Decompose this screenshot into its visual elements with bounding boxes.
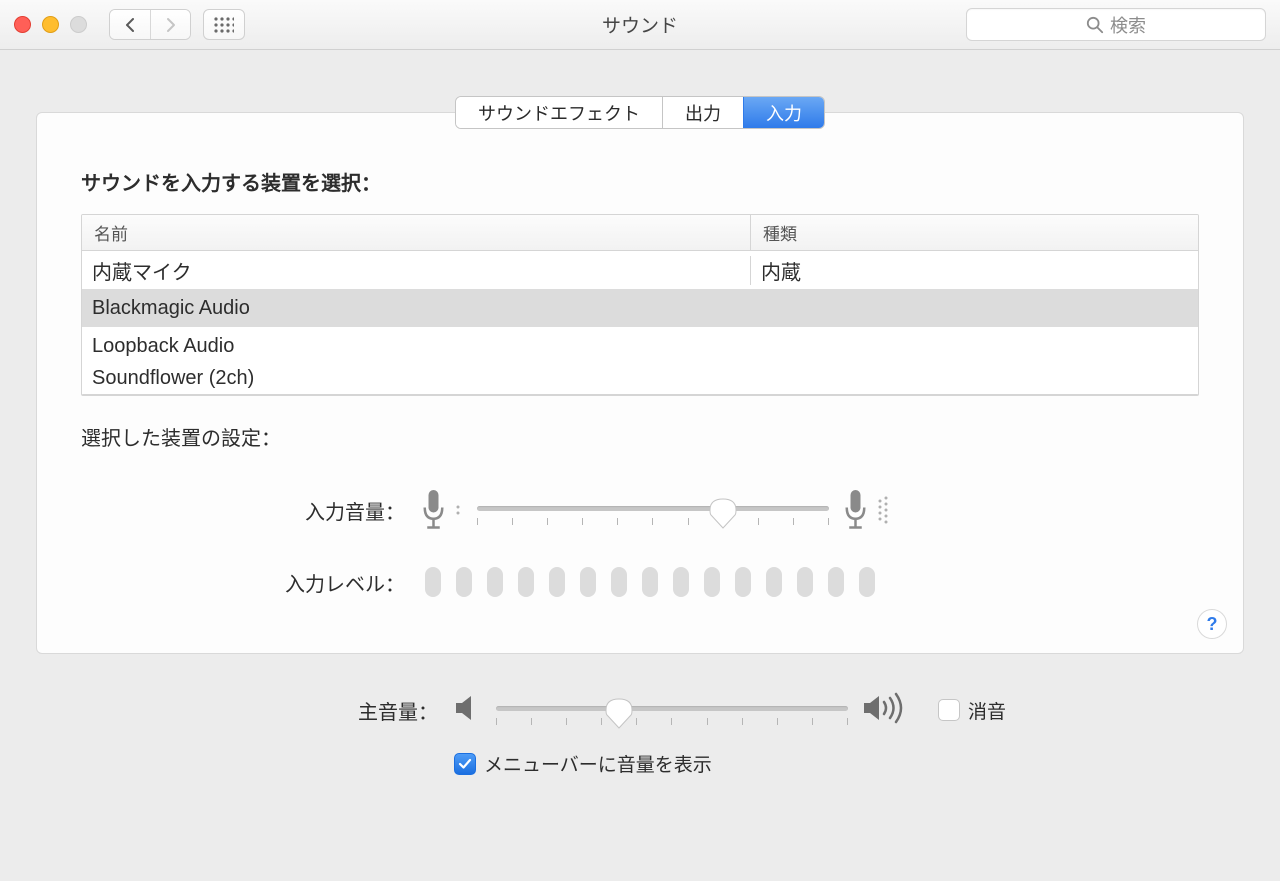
device-name: 内蔵マイク [82, 256, 750, 285]
device-name: Blackmagic Audio [82, 297, 750, 320]
search-placeholder: 検索 [1110, 12, 1146, 38]
device-row[interactable]: 内蔵マイク 内蔵 [82, 251, 1198, 289]
output-volume-slider[interactable] [496, 690, 848, 730]
column-kind-header: 種類 [750, 215, 1198, 250]
input-volume-label: 入力音量： [81, 496, 421, 525]
device-table-header: 名前 種類 [82, 215, 1198, 251]
device-row[interactable]: Blackmagic Audio [82, 289, 1198, 327]
show-volume-in-menubar-checkbox[interactable] [454, 753, 476, 775]
device-kind: 内蔵 [750, 256, 1198, 285]
device-table: 名前 種類 内蔵マイク 内蔵 Blackmagic Audio Loopback… [81, 214, 1199, 396]
slider-thumb-icon [709, 497, 737, 529]
selected-device-settings-label: 選択した装置の設定： [81, 422, 1199, 451]
input-volume-slider[interactable] [477, 490, 829, 530]
minimize-window-button[interactable] [42, 16, 59, 33]
input-level-label: 入力レベル： [81, 568, 421, 597]
output-volume-label: 主音量： [36, 696, 454, 725]
slider-thumb-icon [605, 697, 633, 729]
traffic-lights [14, 16, 87, 33]
show-volume-in-menubar-label: メニューバーに音量を表示 [484, 750, 712, 777]
chevron-left-icon [124, 17, 136, 33]
zoom-window-button [70, 16, 87, 33]
help-button[interactable]: ? [1197, 609, 1227, 639]
microphone-low-icon [421, 487, 463, 533]
grid-icon [214, 17, 234, 33]
forward-button [150, 10, 190, 39]
close-window-button[interactable] [14, 16, 31, 33]
device-name: Soundflower (2ch) [82, 367, 750, 390]
settings-panel: サウンドを入力する装置を選択： 名前 種類 内蔵マイク 内蔵 Blackmagi… [36, 112, 1244, 654]
back-button[interactable] [110, 10, 150, 39]
tab-output[interactable]: 出力 [662, 97, 743, 128]
input-level-meter [421, 567, 875, 597]
speaker-mute-icon [454, 693, 482, 728]
mute-label: 消音 [968, 697, 1006, 724]
tab-bar: サウンドエフェクト 出力 入力 [455, 96, 825, 129]
select-input-device-title: サウンドを入力する装置を選択： [81, 167, 1199, 196]
device-row[interactable]: Soundflower (2ch) [82, 365, 1198, 395]
device-name: Loopback Audio [82, 335, 750, 358]
search-icon [1086, 16, 1104, 34]
device-row[interactable]: Loopback Audio [82, 327, 1198, 365]
search-input[interactable]: 検索 [966, 8, 1266, 41]
window-titlebar: サウンド 検索 [0, 0, 1280, 50]
chevron-right-icon [165, 17, 177, 33]
checkmark-icon [458, 758, 472, 770]
speaker-loud-icon [862, 691, 912, 730]
column-name-header: 名前 [82, 215, 750, 250]
nav-buttons [109, 9, 191, 40]
show-all-button[interactable] [203, 9, 245, 40]
tab-input[interactable]: 入力 [743, 97, 824, 128]
tab-sound-effects[interactable]: サウンドエフェクト [456, 97, 662, 128]
microphone-high-icon [843, 487, 891, 533]
mute-checkbox[interactable] [938, 699, 960, 721]
